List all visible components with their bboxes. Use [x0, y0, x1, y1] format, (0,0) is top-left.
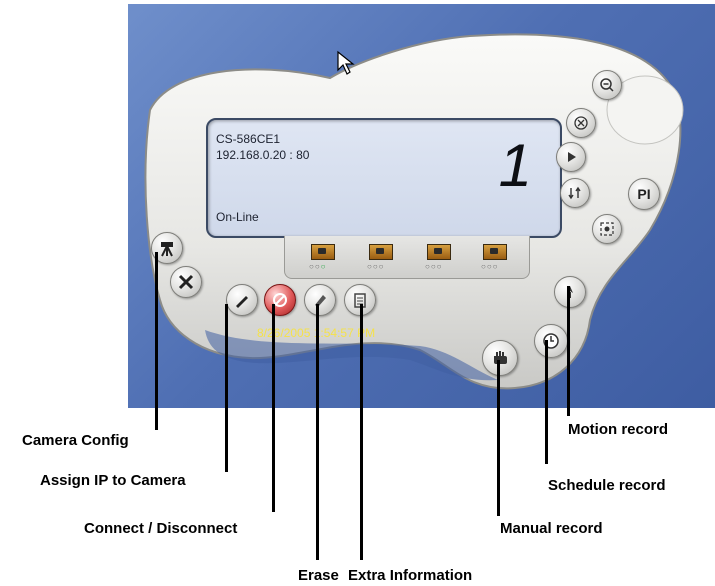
snapshot-button[interactable] [592, 214, 622, 244]
camera-icon [311, 244, 335, 260]
connect-disconnect-button[interactable] [264, 284, 296, 316]
callout-line-assign-ip [225, 304, 228, 472]
swap-icon [568, 186, 581, 200]
play-icon [568, 152, 576, 162]
motion-record-button[interactable] [554, 276, 586, 308]
camera-model: CS-586CE1 [216, 132, 281, 146]
assign-ip-button[interactable] [226, 284, 258, 316]
callout-line-connect [272, 304, 275, 512]
label-erase: Erase [298, 567, 339, 584]
close-stream-button[interactable] [566, 108, 596, 138]
label-connect-disconnect: Connect / Disconnect [84, 520, 238, 537]
mouse-cursor-icon [337, 50, 355, 75]
camera-address: 192.168.0.20 : 80 [216, 148, 310, 162]
camera-slot-3[interactable]: ○○○ [419, 244, 459, 274]
tripod-icon [161, 242, 173, 257]
camera-icon [427, 244, 451, 260]
manual-record-button[interactable] [482, 340, 518, 376]
camera-slot-2[interactable]: ○○○ [361, 244, 401, 274]
zoom-out-icon [600, 78, 614, 92]
camera-icon [369, 244, 393, 260]
close-icon [574, 116, 588, 130]
camera-slot-4[interactable]: ○○○ [475, 244, 515, 274]
label-camera-config: Camera Config [22, 432, 129, 449]
camera-display-panel: CS-586CE1 192.168.0.20 : 80 1 On-Line [206, 118, 562, 238]
camera-status-dots: ○○○ [425, 262, 443, 271]
label-extra-information: Extra Information [348, 567, 473, 584]
label-motion-record: Motion record [568, 421, 668, 438]
swap-button[interactable] [560, 178, 590, 208]
camera-icon [483, 244, 507, 260]
camera-status-dots: ○○○ [367, 262, 385, 271]
callout-line-camera-config [155, 252, 158, 430]
pi-button[interactable]: PI [628, 178, 660, 210]
erase-button[interactable] [304, 284, 336, 316]
label-manual-record: Manual record [500, 520, 603, 537]
label-assign-ip: Assign IP to Camera [40, 472, 186, 489]
camera-selector-strip: ○○○ ○○○ ○○○ ○○○ [284, 236, 530, 279]
label-schedule-record: Schedule record [548, 477, 666, 494]
pi-label: PI [637, 186, 651, 202]
channel-number: 1 [498, 132, 532, 199]
snapshot-icon [600, 222, 614, 236]
callout-line-schedule [545, 340, 548, 464]
settings-tools-button[interactable] [170, 266, 202, 298]
pen-icon [236, 296, 248, 308]
connection-status: On-Line [216, 210, 259, 224]
schedule-record-button[interactable] [534, 324, 568, 358]
motion-icon [567, 286, 573, 298]
hand-icon [494, 351, 507, 364]
callout-line-erase [316, 304, 319, 560]
zoom-out-button[interactable] [592, 70, 622, 100]
tools-icon [178, 274, 194, 290]
camera-slot-1[interactable]: ○○○ [303, 244, 343, 274]
camera-status-dots: ○○○ [309, 262, 327, 271]
callout-line-motion [567, 286, 570, 416]
eraser-icon [315, 295, 326, 307]
callout-line-extra-info [360, 304, 363, 560]
play-button[interactable] [556, 142, 586, 172]
clock-icon [543, 333, 559, 349]
camera-status-dots: ○○○ [481, 262, 499, 271]
callout-line-manual [497, 360, 500, 516]
